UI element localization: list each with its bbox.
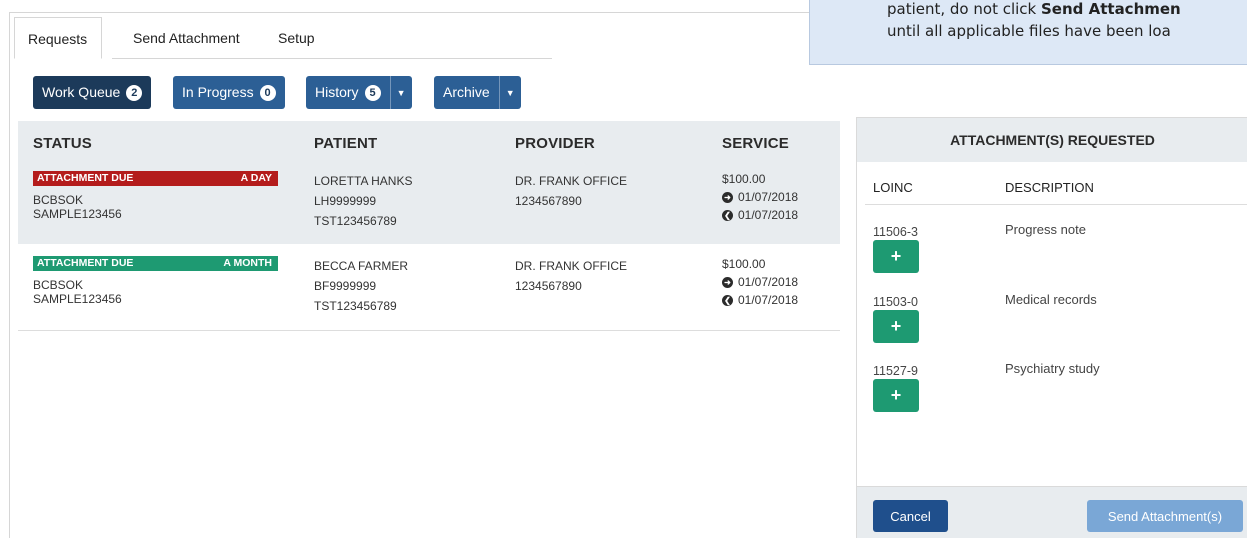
panel-title: ATTACHMENT(S) REQUESTED <box>857 118 1247 162</box>
in-progress-button[interactable]: In Progress 0 <box>173 76 285 109</box>
attachment-description: Psychiatry study <box>1005 361 1100 376</box>
history-dropdown-caret-icon[interactable]: ▼ <box>389 76 412 109</box>
date-to-text: 01/07/2018 <box>738 208 799 222</box>
callout-line-1-bold: Send Attachmen <box>1041 0 1181 18</box>
status-due: A DAY <box>240 172 272 184</box>
work-queue-count-badge: 2 <box>126 84 143 101</box>
header-provider[interactable]: PROVIDER <box>515 135 595 152</box>
add-attachment-button[interactable]: + <box>873 310 919 343</box>
work-queue-label: Work Queue <box>42 84 121 100</box>
in-progress-label: In Progress <box>182 84 254 100</box>
arrow-left-icon: ❮ <box>722 210 733 221</box>
table-row[interactable]: ATTACHMENT DUE A MONTH BCBSOK SAMPLE1234… <box>18 244 840 331</box>
service-date-to: ❮ 01/07/2018 <box>722 207 798 224</box>
history-label: History <box>315 84 359 100</box>
add-attachment-button[interactable]: + <box>873 240 919 273</box>
archive-label: Archive <box>443 84 490 100</box>
loinc-code: 11503-0 <box>873 295 918 309</box>
in-progress-count-badge: 0 <box>259 84 276 101</box>
tab-requests[interactable]: Requests <box>14 17 103 59</box>
header-patient[interactable]: PATIENT <box>314 135 377 152</box>
status-due: A MONTH <box>223 257 272 269</box>
plus-icon: + <box>890 316 902 336</box>
panel-footer: Cancel Send Attachment(s) <box>857 486 1247 538</box>
callout-line-1: patient, do not click Send Attachmen <box>887 0 1181 18</box>
send-attachments-button[interactable]: Send Attachment(s) <box>1087 500 1243 532</box>
status-badge: ATTACHMENT DUE A DAY <box>33 171 278 186</box>
table-row[interactable]: ATTACHMENT DUE A DAY BCBSOK SAMPLE123456… <box>18 159 840 244</box>
requests-table: STATUS PATIENT PROVIDER SERVICE ATTACHME… <box>18 121 840 336</box>
date-from-text: 01/07/2018 <box>738 190 799 204</box>
instruction-callout: patient, do not click Send Attachmen unt… <box>809 0 1247 65</box>
claim-id: SAMPLE123456 <box>33 207 122 221</box>
service-date-from: ➜ 01/07/2018 <box>722 274 798 291</box>
service-amount: $100.00 <box>722 172 766 186</box>
header-status[interactable]: STATUS <box>33 135 92 152</box>
patient-id: LH9999999 <box>314 194 377 208</box>
status-badge: ATTACHMENT DUE A MONTH <box>33 256 278 271</box>
loinc-code: 11506-3 <box>873 225 918 239</box>
attachments-requested-panel: ATTACHMENT(S) REQUESTED LOINC DESCRIPTIO… <box>856 117 1247 538</box>
attachment-description: Medical records <box>1005 292 1097 307</box>
arrow-right-icon: ➜ <box>722 192 733 203</box>
claim-id: SAMPLE123456 <box>33 292 122 306</box>
add-attachment-button[interactable]: + <box>873 379 919 412</box>
archive-button[interactable]: Archive ▼ <box>434 76 521 109</box>
history-button[interactable]: History 5 ▼ <box>306 76 412 109</box>
callout-line-2: until all applicable files have been loa <box>887 22 1171 40</box>
column-description: DESCRIPTION <box>1005 180 1094 195</box>
provider-name: DR. FRANK OFFICE <box>515 174 628 188</box>
callout-line-1-text: patient, do not click <box>887 0 1041 18</box>
table-header: STATUS PATIENT PROVIDER SERVICE <box>18 121 840 159</box>
patient-tst: TST123456789 <box>314 214 397 228</box>
service-date-from: ➜ 01/07/2018 <box>722 189 798 206</box>
status-label: ATTACHMENT DUE <box>37 257 134 269</box>
status-label: ATTACHMENT DUE <box>37 172 134 184</box>
frame-left-border <box>9 12 10 538</box>
attachment-description: Progress note <box>1005 222 1086 237</box>
patient-name: LORETTA HANKS <box>314 174 413 188</box>
plus-icon: + <box>890 246 902 266</box>
date-to-text: 01/07/2018 <box>738 293 799 307</box>
tab-setup[interactable]: Setup <box>278 17 315 59</box>
provider-id: 1234567890 <box>515 279 582 293</box>
arrow-right-icon: ➜ <box>722 277 733 288</box>
tab-send-attachment[interactable]: Send Attachment <box>133 17 240 59</box>
date-from-text: 01/07/2018 <box>738 275 799 289</box>
loinc-code: 11527-9 <box>873 364 918 378</box>
header-service[interactable]: SERVICE <box>722 135 789 152</box>
work-queue-button[interactable]: Work Queue 2 <box>33 76 152 109</box>
tab-divider <box>112 58 552 59</box>
plus-icon: + <box>890 385 902 405</box>
service-amount: $100.00 <box>722 257 766 271</box>
provider-id: 1234567890 <box>515 194 582 208</box>
history-count-badge: 5 <box>364 84 381 101</box>
cancel-button[interactable]: Cancel <box>873 500 948 532</box>
panel-divider <box>865 204 1247 205</box>
patient-id: BF9999999 <box>314 279 377 293</box>
archive-dropdown-caret-icon[interactable]: ▼ <box>498 76 521 109</box>
service-date-to: ❮ 01/07/2018 <box>722 292 798 309</box>
patient-tst: TST123456789 <box>314 299 397 313</box>
provider-name: DR. FRANK OFFICE <box>515 259 628 273</box>
frame-top-border <box>9 12 809 13</box>
column-loinc: LOINC <box>873 180 913 195</box>
arrow-left-icon: ❮ <box>722 295 733 306</box>
patient-name: BECCA FARMER <box>314 259 409 273</box>
